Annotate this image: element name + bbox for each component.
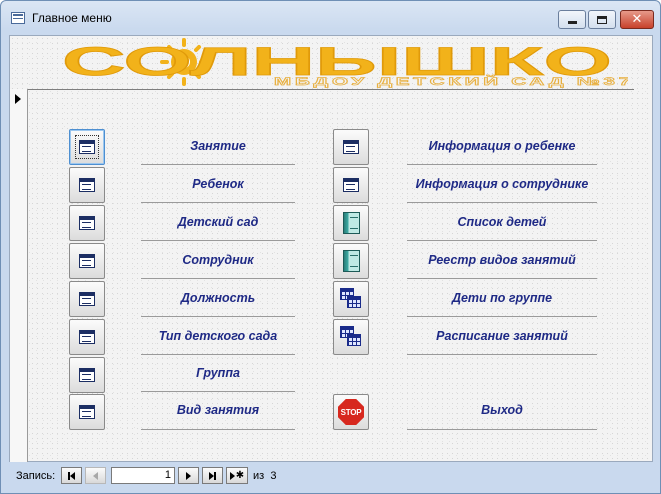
form-icon (79, 405, 95, 419)
divider-line (407, 354, 597, 355)
menu-label-detsky-sad: Детский сад (177, 215, 259, 229)
current-record-arrow-icon (15, 94, 21, 104)
divider-line (141, 429, 295, 430)
open-form-button-gruppa[interactable] (69, 357, 105, 393)
form-icon (79, 216, 95, 230)
open-query-button-deti-po-gruppe[interactable] (333, 281, 369, 317)
open-form-button-detsky-sad[interactable] (69, 205, 105, 241)
divider-line (407, 164, 597, 165)
open-report-button-reestr[interactable] (333, 243, 369, 279)
menu-label-dolzhnost: Должность (180, 291, 256, 305)
menu-label-spisok-detey: Список детей (457, 215, 547, 229)
form-icon (79, 292, 95, 306)
open-report-button-spisok-detey[interactable] (333, 205, 369, 241)
report-icon (342, 250, 360, 272)
window-title: Главное меню (32, 11, 112, 25)
menu-label-tip-sada: Тип детского сада (158, 329, 278, 343)
menu-label-deti-po-gruppe: Дети по группе (451, 291, 553, 305)
divider-line (141, 240, 295, 241)
query-icon (340, 288, 362, 310)
open-form-button-zanyatie[interactable] (69, 129, 105, 165)
close-button[interactable]: ✕ (620, 10, 654, 29)
form-icon (79, 140, 95, 154)
record-total-count: 3 (270, 470, 277, 482)
record-label: Запись: (16, 470, 56, 482)
divider-line (407, 240, 597, 241)
new-record-icon (229, 471, 235, 480)
open-form-button-vid-zanyatiya[interactable] (69, 394, 105, 430)
open-form-button-sotrudnik[interactable] (69, 243, 105, 279)
menu-label-rebenok: Ребенок (192, 177, 244, 191)
divider-line (407, 429, 597, 430)
minimize-button[interactable] (558, 10, 586, 29)
title-bar: Главное меню ✕ (1, 1, 660, 35)
new-record-button[interactable]: ✱ (226, 467, 248, 484)
menu-label-gruppa: Группа (196, 366, 240, 380)
divider-line (141, 391, 295, 392)
menu-label-reestr: Реестр видов занятий (428, 253, 576, 267)
divider-line (141, 202, 295, 203)
last-record-button[interactable] (202, 467, 223, 484)
record-navigation-bar: Запись: 1 ✱ из 3 (9, 463, 653, 491)
divider-line (141, 278, 295, 279)
menu-label-raspisanie: Расписание занятий (436, 329, 568, 343)
header-divider (28, 89, 634, 90)
divider-line (141, 316, 295, 317)
open-form-button-rebenok[interactable] (69, 167, 105, 203)
open-form-button-info-sotrudnik[interactable] (333, 167, 369, 203)
menu-label-sotrudnik: Сотрудник (182, 253, 254, 267)
menu-label-exit: Выход (481, 403, 523, 417)
divider-line (407, 316, 597, 317)
record-total: из 3 (253, 470, 276, 482)
record-selector[interactable] (10, 89, 28, 462)
main-menu-window: Главное меню ✕ СОЛНЫШКО МБДОУ ДЕТСКИЙ СА… (0, 0, 661, 494)
open-query-button-raspisanie[interactable] (333, 319, 369, 355)
previous-record-icon (93, 471, 98, 480)
report-icon (342, 212, 360, 234)
form-window-icon (11, 12, 25, 24)
menu-label-info-rebenok: Информация о ребенке (428, 139, 576, 153)
form-icon (343, 178, 359, 192)
form-icon (79, 368, 95, 382)
query-icon (340, 326, 362, 348)
form-icon (79, 330, 95, 344)
banner-subtitle: МБДОУ ДЕТСКИЙ САД №37 (274, 75, 628, 88)
divider-line (141, 354, 295, 355)
open-form-button-tip-sada[interactable] (69, 319, 105, 355)
open-form-button-info-rebenok[interactable] (333, 129, 369, 165)
next-record-icon (186, 471, 191, 480)
stop-icon-text: STOP (340, 407, 362, 417)
form-icon (79, 254, 95, 268)
current-record-field[interactable]: 1 (111, 467, 175, 484)
form-icon (79, 178, 95, 192)
divider-line (407, 278, 597, 279)
stop-sign-icon: STOP (338, 399, 364, 425)
menu-label-zanyatie: Занятие (190, 139, 246, 153)
next-record-button[interactable] (178, 467, 199, 484)
first-record-button[interactable] (61, 467, 82, 484)
close-icon: ✕ (631, 12, 643, 27)
form-client-area: СОЛНЫШКО МБДОУ ДЕТСКИЙ САД №37 Занятие Р… (9, 35, 653, 462)
maximize-button[interactable] (588, 10, 616, 29)
exit-button[interactable]: STOP (333, 394, 369, 430)
previous-record-button[interactable] (85, 467, 106, 484)
kindergarten-logo-banner: СОЛНЫШКО МБДОУ ДЕТСКИЙ САД №37 (46, 38, 628, 88)
open-form-button-dolzhnost[interactable] (69, 281, 105, 317)
maximize-icon (597, 15, 607, 24)
record-of-label: из (253, 470, 265, 482)
menu-label-vid-zanyatiya: Вид занятия (176, 403, 260, 417)
menu-label-info-sotrudnik: Информация о сотруднике (415, 177, 589, 191)
divider-line (407, 202, 597, 203)
minimize-icon (567, 21, 577, 24)
form-icon (343, 140, 359, 154)
divider-line (141, 164, 295, 165)
